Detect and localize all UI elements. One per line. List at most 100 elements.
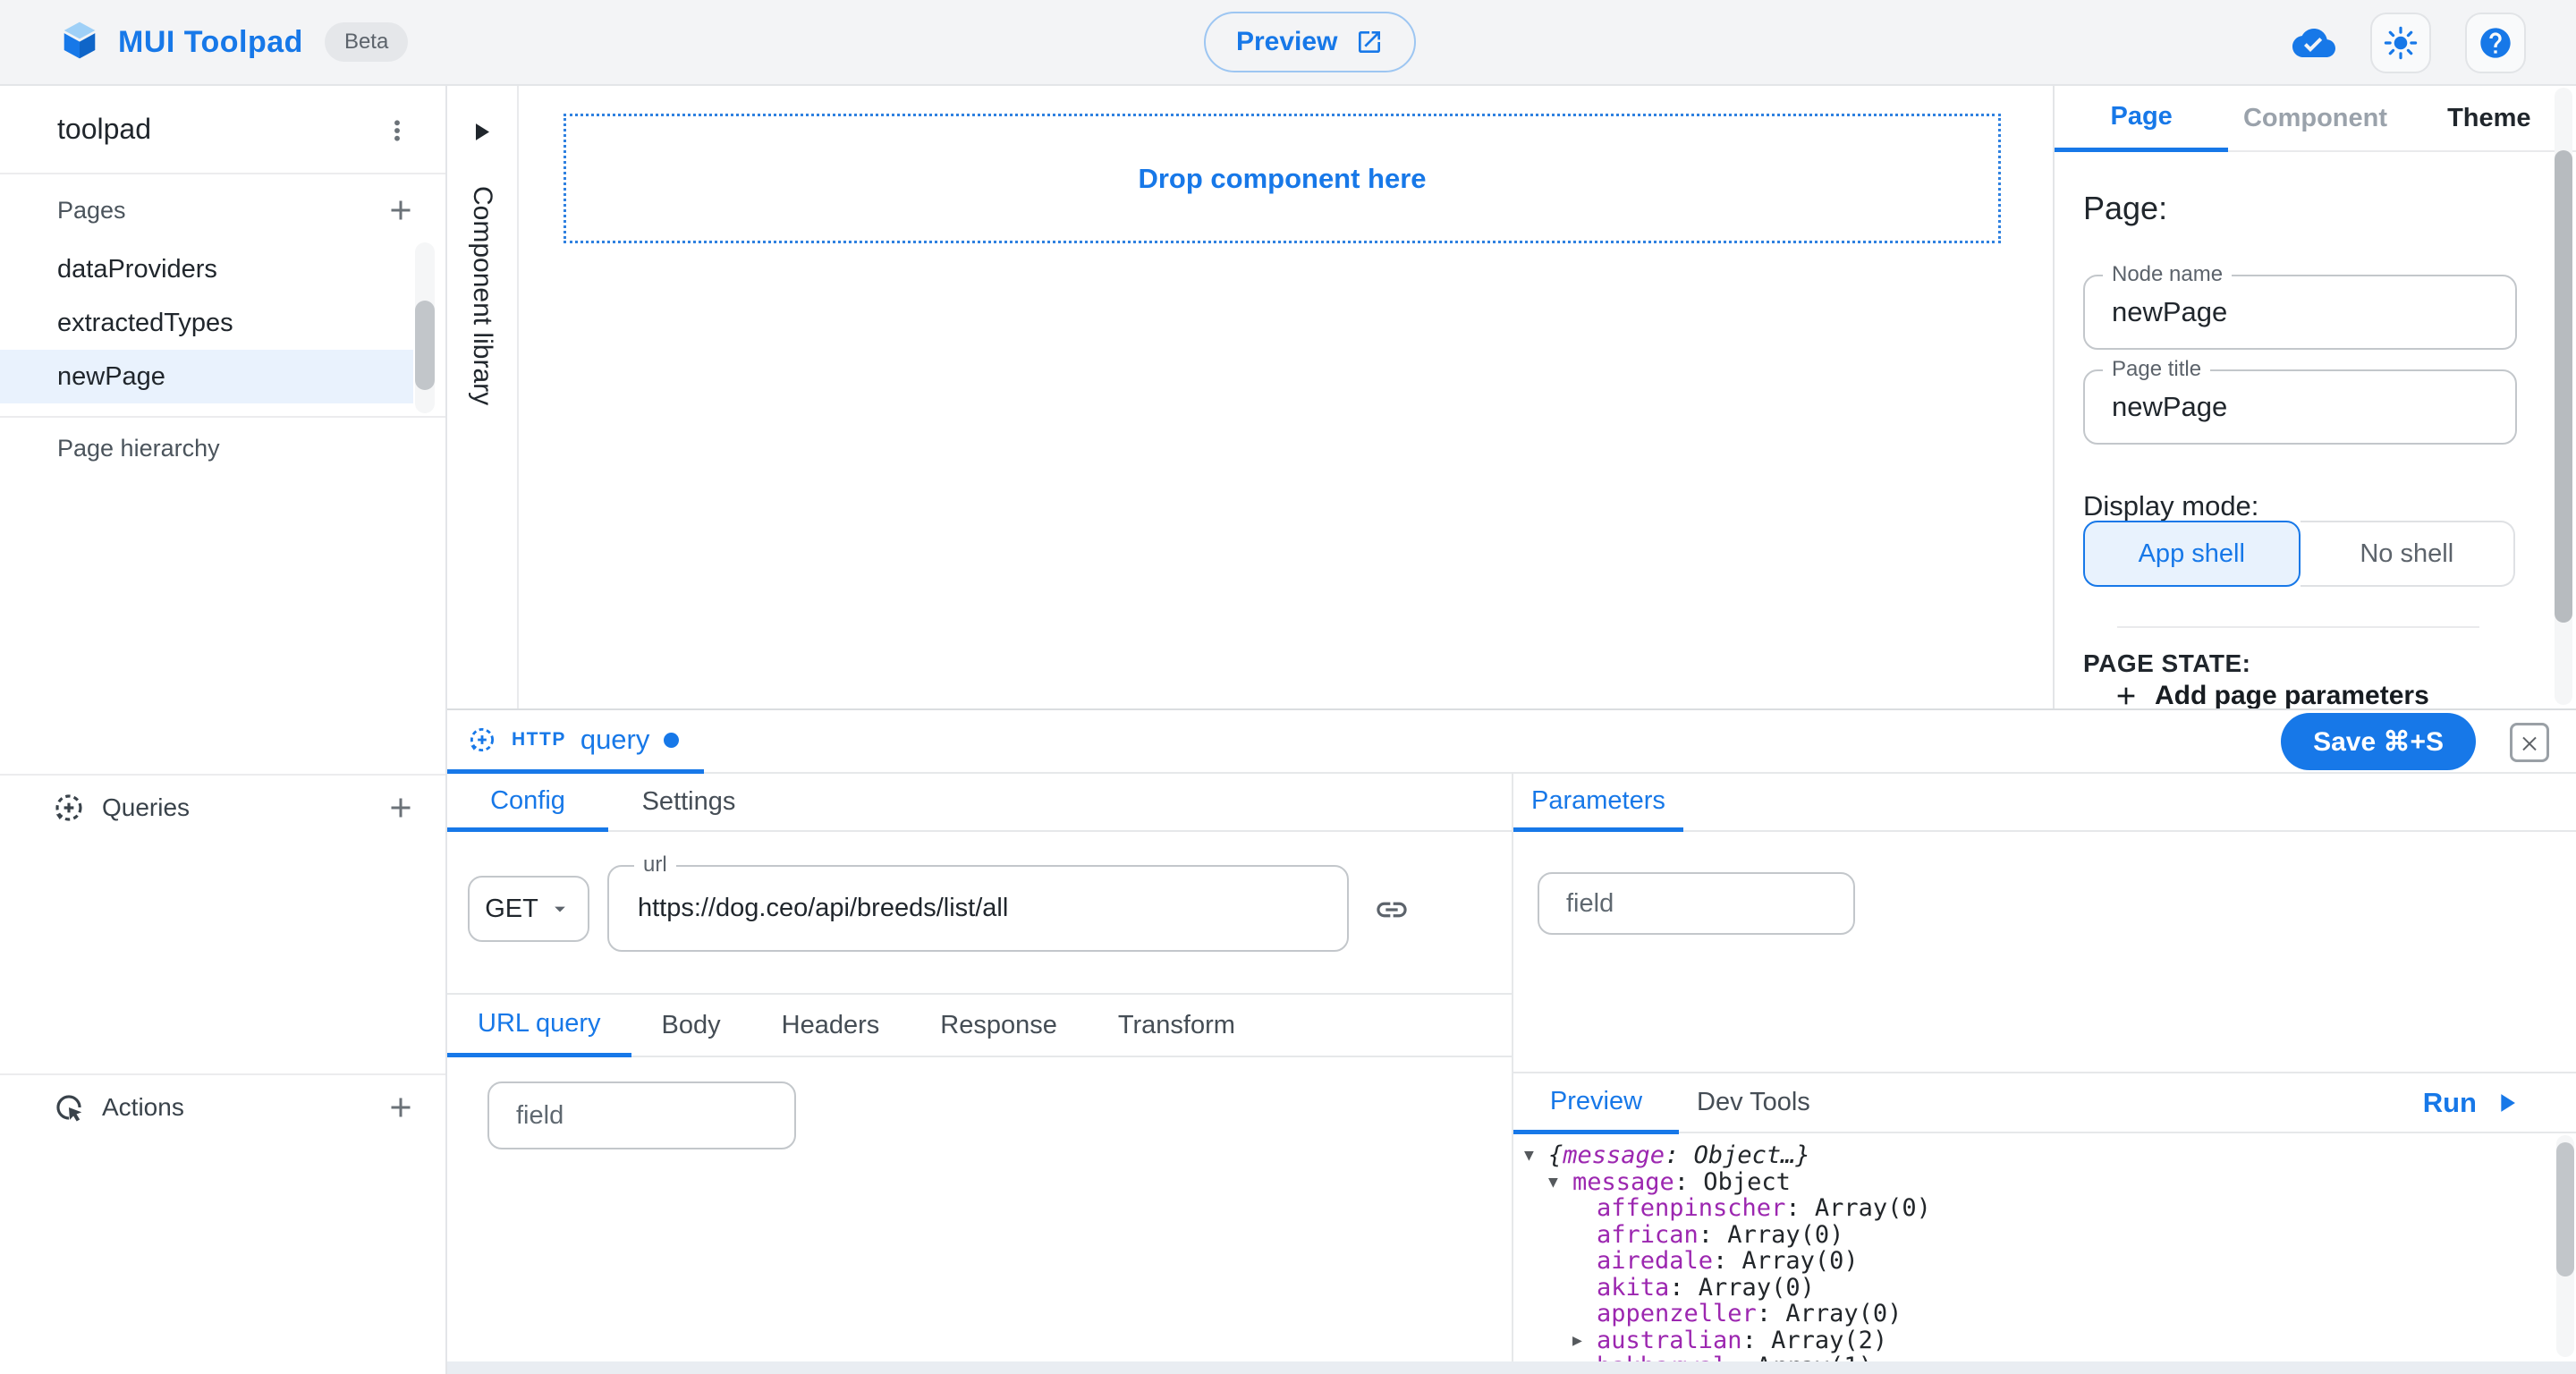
- json-tree-row: akita: Array(0): [1513, 1275, 2542, 1302]
- run-button-label: Run: [2423, 1087, 2477, 1119]
- divider: [0, 774, 445, 776]
- drop-zone[interactable]: Drop component here: [564, 114, 2001, 243]
- json-value: : Object: [1674, 1168, 1791, 1196]
- json-value: : Array(0): [1757, 1300, 1902, 1327]
- expand-library-arrow-icon[interactable]: [476, 123, 489, 145]
- parameter-name-input[interactable]: field: [1538, 872, 1855, 935]
- json-value: : Array(0): [1699, 1221, 1844, 1249]
- json-tree-row: african: Array(0): [1513, 1222, 2542, 1249]
- add-page-parameters-label: Add page parameters: [2155, 681, 2429, 708]
- sidebar-page-extractedTypes[interactable]: extractedTypes: [0, 296, 413, 350]
- node-name-field: Node name: [2083, 275, 2517, 350]
- query-http-badge: HTTP: [512, 729, 566, 751]
- json-value: {: [1548, 1141, 1563, 1169]
- project-name: toolpad: [57, 113, 151, 146]
- tab-body[interactable]: Body: [631, 995, 751, 1056]
- actions-section-header: Actions: [0, 1079, 445, 1136]
- page-hierarchy-label: Page hierarchy: [57, 435, 220, 462]
- url-query-param-input[interactable]: field: [487, 1081, 796, 1149]
- add-link-icon[interactable]: [1368, 886, 1415, 933]
- pages-list: dataProvidersextractedTypesnewPage: [0, 242, 413, 403]
- tab-dev-tools[interactable]: Dev Tools: [1679, 1072, 1828, 1133]
- beta-badge: Beta: [325, 22, 408, 62]
- add-page-parameters-button[interactable]: Add page parameters: [2106, 680, 2435, 708]
- tab-transform[interactable]: Transform: [1088, 995, 1266, 1056]
- close-query-editor-button[interactable]: [2510, 723, 2549, 762]
- inspector-panel: Page Component Theme Page: Node name Pag…: [2053, 86, 2576, 708]
- collapse-arrow-icon[interactable]: ▼: [1524, 1146, 1548, 1165]
- http-method-select[interactable]: GET: [468, 876, 589, 942]
- app-header: MUI Toolpad Beta Preview: [0, 0, 2576, 86]
- json-key: akita: [1597, 1274, 1669, 1302]
- json-key: african: [1597, 1221, 1699, 1249]
- url-input[interactable]: [636, 869, 1325, 948]
- json-tree-row: affenpinscher: Array(0): [1513, 1195, 2542, 1222]
- tab-page[interactable]: Page: [2055, 86, 2228, 152]
- json-tree-row: airedale: Array(0): [1513, 1248, 2542, 1275]
- queries-icon: [52, 791, 86, 825]
- page-canvas: Component library Drop component here: [447, 86, 2053, 708]
- json-key: australian: [1597, 1327, 1742, 1354]
- json-key: airedale: [1597, 1247, 1713, 1275]
- query-type-icon: [467, 725, 497, 755]
- save-button[interactable]: Save ⌘+S: [2281, 713, 2476, 770]
- sidebar-page-newPage[interactable]: newPage: [0, 350, 413, 403]
- add-page-button[interactable]: [379, 189, 422, 232]
- tab-response[interactable]: Response: [910, 995, 1088, 1056]
- collapse-arrow-icon[interactable]: ▼: [1548, 1173, 1572, 1192]
- horizontal-scrollbar[interactable]: [447, 1361, 2576, 1374]
- tab-config[interactable]: Config: [447, 774, 608, 832]
- inspector-scrollbar-thumb[interactable]: [2555, 150, 2572, 623]
- plus-icon: [385, 193, 417, 227]
- page-title-input[interactable]: [2110, 373, 2490, 441]
- component-library-strip[interactable]: Component library: [447, 86, 519, 708]
- plus-icon: [2112, 682, 2140, 708]
- parameters-tabs: Parameters: [1513, 774, 2576, 832]
- tab-theme[interactable]: Theme: [2402, 86, 2576, 150]
- pages-scrollbar-thumb[interactable]: [415, 301, 435, 390]
- display-mode-toggle: App shell No shell: [2083, 521, 2515, 587]
- add-action-button[interactable]: [379, 1086, 422, 1129]
- play-icon: [2491, 1088, 2521, 1118]
- actions-label: Actions: [102, 1093, 184, 1122]
- component-library-label: Component library: [467, 186, 497, 405]
- app-title: MUI Toolpad: [118, 25, 303, 60]
- divider: [0, 1073, 445, 1075]
- tab-settings[interactable]: Settings: [608, 774, 769, 830]
- page-hierarchy-row[interactable]: Page hierarchy: [0, 421, 445, 475]
- preview-button[interactable]: Preview: [1204, 12, 1416, 72]
- json-value: : Array(0): [1669, 1274, 1815, 1302]
- tab-headers[interactable]: Headers: [751, 995, 911, 1056]
- pages-label: Pages: [57, 197, 126, 225]
- json-key: affenpinscher: [1597, 1194, 1785, 1222]
- plus-icon: [385, 791, 417, 825]
- json-result-tree: ▼{message: Object…}▼message: Objectaffen…: [1513, 1133, 2542, 1367]
- inspector-tabs: Page Component Theme: [2055, 86, 2576, 152]
- result-scrollbar-thumb[interactable]: [2556, 1142, 2574, 1276]
- project-menu-button[interactable]: [377, 111, 417, 150]
- actions-icon: [52, 1090, 86, 1124]
- tab-url-query[interactable]: URL query: [447, 995, 631, 1057]
- tab-component[interactable]: Component: [2228, 86, 2402, 150]
- preview-button-label: Preview: [1236, 27, 1337, 57]
- node-name-input[interactable]: [2110, 278, 2490, 346]
- cloud-synced-icon: [2292, 25, 2336, 61]
- explorer-sidebar: toolpad Pages dataProvidersextractedType…: [0, 86, 447, 1374]
- help-button[interactable]: [2465, 13, 2526, 73]
- sidebar-page-dataProviders[interactable]: dataProviders: [0, 242, 413, 296]
- json-key: appenzeller: [1597, 1300, 1757, 1327]
- close-icon: [2519, 732, 2540, 753]
- toggle-app-shell[interactable]: App shell: [2083, 521, 2301, 587]
- run-button[interactable]: Run: [2418, 1086, 2527, 1120]
- expand-arrow-icon[interactable]: ▶: [1572, 1331, 1597, 1350]
- tab-parameters[interactable]: Parameters: [1513, 774, 1683, 832]
- query-editor-tab-row: HTTP query Save ⌘+S: [447, 710, 2576, 774]
- add-query-button[interactable]: [379, 786, 422, 829]
- unsaved-changes-dot: [664, 733, 679, 748]
- toggle-no-shell[interactable]: No shell: [2301, 521, 2516, 587]
- request-tabs: URL query Body Headers Response Transfor…: [447, 993, 1512, 1057]
- theme-toggle-button[interactable]: [2370, 13, 2431, 73]
- tab-preview[interactable]: Preview: [1513, 1073, 1679, 1134]
- query-tab[interactable]: HTTP query: [447, 710, 704, 774]
- config-tabs: Config Settings: [447, 774, 1512, 832]
